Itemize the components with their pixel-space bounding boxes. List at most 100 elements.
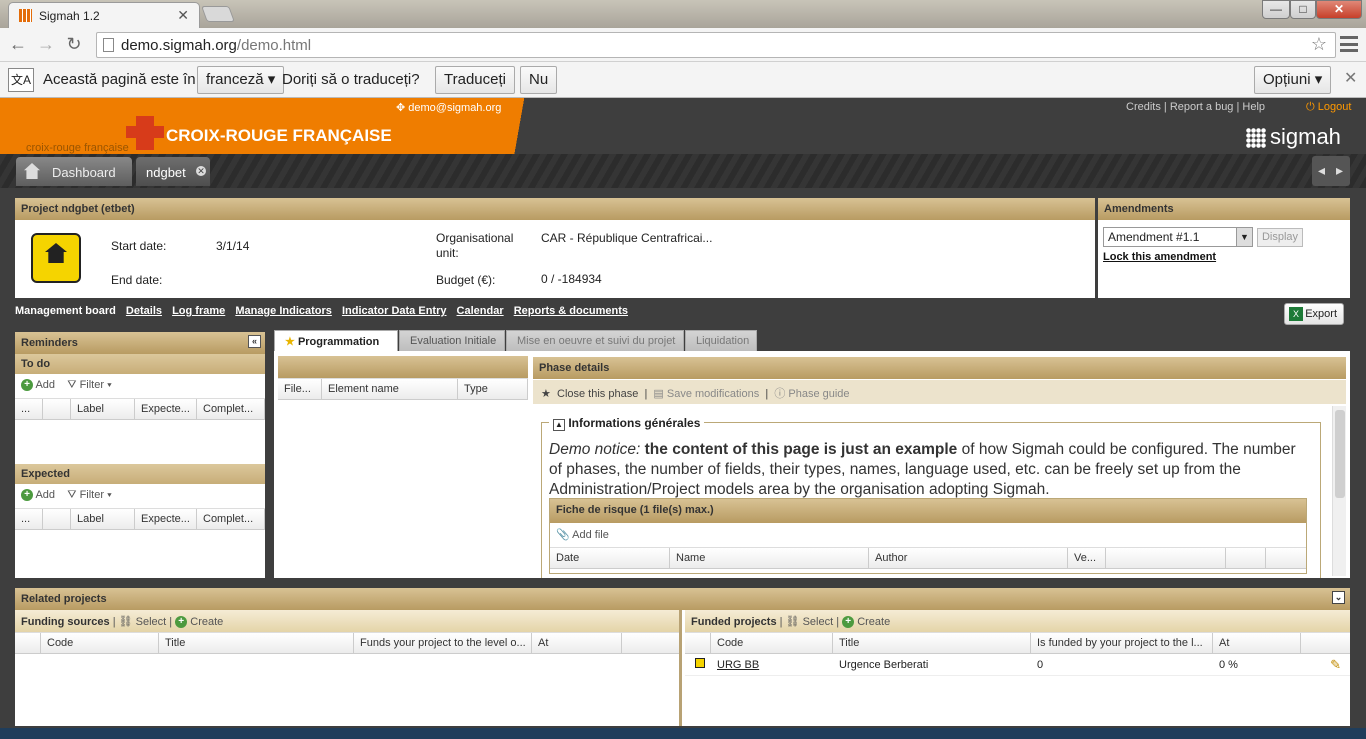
col-header[interactable]: Date [550, 548, 670, 568]
funded-code-link[interactable]: URG BB [711, 659, 833, 671]
address-bar[interactable]: demo.sigmah.org/demo.html ☆ [96, 32, 1336, 58]
close-tab-icon[interactable]: ✕ [177, 7, 189, 24]
scroll-right-icon[interactable]: ▸ [1336, 162, 1343, 179]
amendment-select[interactable]: Amendment #1.1 ▼ [1103, 227, 1253, 247]
save-modifications-button[interactable]: Save modifications [667, 388, 759, 400]
scroll-left-icon[interactable]: ◂ [1318, 162, 1325, 179]
tab-mise-en-oeuvre[interactable]: Mise en oeuvre et suivi du projet [506, 330, 684, 351]
minimize-button[interactable]: — [1262, 0, 1290, 19]
col-header[interactable]: File... [278, 379, 322, 399]
col-header[interactable]: At [532, 633, 622, 653]
nav-management-board[interactable]: Management board [15, 305, 116, 317]
nav-reports-documents[interactable]: Reports & documents [514, 305, 628, 317]
col-header[interactable]: Complet... [197, 399, 265, 419]
nav-calendar[interactable]: Calendar [457, 305, 504, 317]
funded-select-button[interactable]: Select [803, 616, 834, 628]
scrollbar-thumb[interactable] [1335, 410, 1345, 498]
col-header[interactable]: Code [711, 633, 833, 653]
add-icon[interactable]: + [21, 379, 33, 392]
tab-programmation[interactable]: ★ Programmation [274, 330, 398, 351]
funding-create-button[interactable]: Create [190, 616, 223, 628]
no-translate-button[interactable]: Nu [520, 66, 558, 94]
add-icon[interactable]: + [175, 616, 188, 629]
col-header[interactable]: Title [159, 633, 354, 653]
report-bug-link[interactable]: Report a bug [1170, 101, 1234, 113]
tab-project[interactable]: ndgbet ✕ [136, 157, 210, 186]
col-header[interactable]: Title [833, 633, 1031, 653]
col-header[interactable]: ... [15, 399, 43, 419]
col-header[interactable]: Label [71, 509, 135, 529]
language-select[interactable]: franceză ▾ [197, 66, 285, 94]
table-row[interactable]: URG BB Urgence Berberati 0 0 % ✎ [685, 654, 1350, 676]
close-window-button[interactable]: ✕ [1316, 0, 1362, 19]
expected-add-button[interactable]: Add [35, 489, 55, 501]
collapse-left-icon[interactable]: « [248, 335, 261, 348]
col-header[interactable] [685, 633, 711, 653]
close-phase-button[interactable]: Close this phase [557, 388, 638, 400]
nav-log-frame[interactable]: Log frame [172, 305, 225, 317]
col-header[interactable]: Expecte... [135, 399, 197, 419]
col-header[interactable] [15, 633, 41, 653]
tab-liquidation[interactable]: Liquidation [685, 330, 757, 351]
tab-evaluation-initiale[interactable]: Evaluation Initiale [399, 330, 505, 351]
collapse-down-icon[interactable]: ⌄ [1332, 591, 1345, 604]
col-header[interactable] [43, 399, 71, 419]
col-header[interactable]: Complet... [197, 509, 265, 529]
add-icon[interactable]: + [21, 489, 33, 502]
bookmark-star-icon[interactable]: ☆ [1311, 34, 1327, 55]
funded-create-button[interactable]: Create [857, 616, 890, 628]
maximize-button[interactable]: □ [1290, 0, 1316, 19]
todo-add-button[interactable]: Add [35, 379, 55, 391]
funding-select-button[interactable]: Select [136, 616, 167, 628]
phase-scrollbar[interactable] [1332, 406, 1346, 576]
col-header[interactable]: Element name [322, 379, 458, 399]
tab-dashboard[interactable]: Dashboard [16, 157, 132, 186]
start-date-value: 3/1/14 [216, 239, 250, 253]
col-header[interactable]: Author [869, 548, 1068, 568]
new-tab-button[interactable] [201, 6, 235, 22]
col-header[interactable]: Ve... [1068, 548, 1106, 568]
reload-icon[interactable]: ↻ [62, 32, 86, 56]
todo-filter-button[interactable]: Filter [80, 379, 104, 391]
browser-menu-icon[interactable] [1340, 36, 1358, 52]
link-icon: ⛓ [118, 616, 133, 628]
col-header[interactable]: Label [71, 399, 135, 419]
general-info-legend[interactable]: ▲ Informations générales [549, 416, 705, 431]
add-file-button[interactable]: Add file [572, 529, 609, 541]
logout-link[interactable]: ⏻ Logout [1306, 101, 1351, 114]
display-button[interactable]: Display [1257, 228, 1303, 247]
col-header[interactable]: ... [15, 509, 43, 529]
translate-button[interactable]: Traduceți [435, 66, 515, 94]
nav-manage-indicators[interactable]: Manage Indicators [235, 305, 332, 317]
options-button[interactable]: Opțiuni ▾ [1254, 66, 1332, 94]
collapse-up-icon[interactable]: ▲ [553, 419, 565, 431]
col-header[interactable]: At [1213, 633, 1301, 653]
phase-guide-button[interactable]: Phase guide [788, 388, 849, 400]
col-header[interactable]: Is funded by your project to the l... [1031, 633, 1213, 653]
lock-amendment-link[interactable]: Lock this amendment [1103, 251, 1216, 263]
add-icon[interactable]: + [842, 616, 855, 629]
col-header[interactable]: Funds your project to the level o... [354, 633, 532, 653]
org-unit-value: CAR - République Centrafricai... [541, 231, 713, 245]
col-header[interactable]: Code [41, 633, 159, 653]
funded-amount: 0 [1037, 658, 1044, 671]
col-header[interactable] [43, 509, 71, 529]
expected-filter-button[interactable]: Filter [80, 489, 104, 501]
col-header[interactable]: Expecte... [135, 509, 197, 529]
col-header[interactable]: Type [458, 379, 528, 399]
col-header[interactable] [1226, 548, 1266, 568]
help-link[interactable]: Help [1242, 101, 1265, 113]
edit-pencil-icon[interactable]: ✎ [1301, 657, 1341, 673]
export-button[interactable]: X Export [1284, 303, 1344, 325]
close-translate-icon[interactable]: ✕ [1344, 68, 1362, 87]
col-header[interactable]: Name [670, 548, 869, 568]
credits-link[interactable]: Credits [1126, 101, 1161, 113]
nav-details[interactable]: Details [126, 305, 162, 317]
close-project-tab-icon[interactable]: ✕ [196, 166, 206, 176]
nav-indicator-data-entry[interactable]: Indicator Data Entry [342, 305, 447, 317]
forward-icon[interactable]: → [34, 32, 58, 56]
back-icon[interactable]: ← [6, 32, 30, 56]
browser-tab-sigmah[interactable]: Sigmah 1.2 ✕ [8, 2, 200, 28]
funded-projects-section: Funded projects | ⛓ Select | + Create Co… [685, 610, 1350, 726]
col-header[interactable] [1106, 548, 1226, 568]
